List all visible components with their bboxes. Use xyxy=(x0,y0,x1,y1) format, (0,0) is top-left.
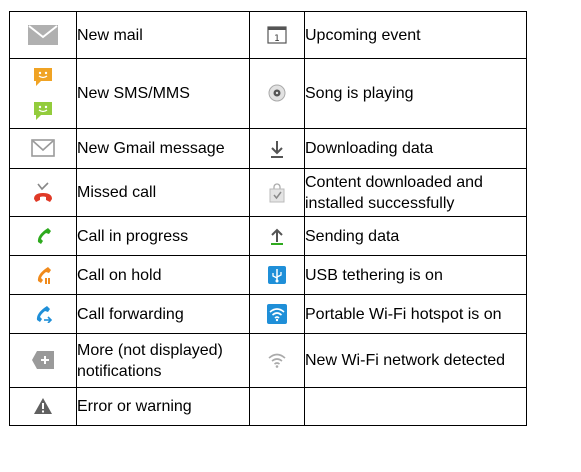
empty-cell xyxy=(304,387,527,426)
icon-cell xyxy=(9,128,77,169)
table-row: Error or warning xyxy=(9,387,527,426)
download-arrow-icon xyxy=(269,139,285,159)
svg-text:1: 1 xyxy=(274,34,280,44)
table-row: Call in progress Sending data xyxy=(9,216,527,256)
icon-description: New SMS/MMS xyxy=(76,58,250,129)
icon-cell xyxy=(9,294,77,334)
icon-description: Song is playing xyxy=(304,58,527,129)
description-line: notifications xyxy=(77,362,162,380)
icon-cell xyxy=(9,216,77,256)
sms-mms-icon xyxy=(33,67,53,121)
icon-description: Call on hold xyxy=(76,255,250,295)
icon-description: Call forwarding xyxy=(76,294,250,334)
description-line: More (not displayed) xyxy=(77,341,223,359)
icon-description: New mail xyxy=(76,11,250,59)
installed-bag-icon xyxy=(268,182,286,203)
icon-cell xyxy=(9,11,77,59)
envelope-icon xyxy=(28,25,58,45)
icon-description: New Gmail message xyxy=(76,128,250,169)
table-row: New SMS/MMS Song is playing xyxy=(9,58,527,129)
table-row: More (not displayed) notifications New Wi… xyxy=(9,333,527,388)
icon-description: Upcoming event xyxy=(304,11,527,59)
icon-description: New Wi-Fi network detected xyxy=(304,333,527,388)
icon-cell xyxy=(249,128,305,169)
missed-call-icon xyxy=(32,181,54,204)
table-row: New mail 1 Upcoming event xyxy=(9,11,527,59)
gmail-icon xyxy=(31,139,55,158)
music-disc-icon xyxy=(268,84,286,102)
icon-description: USB tethering is on xyxy=(304,255,527,295)
icon-description: Sending data xyxy=(304,216,527,256)
status-icons-table: New mail 1 Upcoming event New SMS/MMS So… xyxy=(9,11,527,426)
icon-description: Error or warning xyxy=(76,387,250,426)
icon-cell xyxy=(249,294,305,334)
table-row: New Gmail message Downloading data xyxy=(9,128,527,169)
icon-cell xyxy=(249,255,305,295)
icon-cell: 1 xyxy=(249,11,305,59)
call-in-progress-icon xyxy=(34,227,52,245)
wifi-network-icon xyxy=(267,351,287,369)
wifi-hotspot-icon xyxy=(267,304,287,324)
icon-cell xyxy=(9,255,77,295)
warning-icon xyxy=(33,397,53,415)
call-on-hold-icon xyxy=(34,266,52,284)
icon-description: More (not displayed) notifications xyxy=(76,333,250,388)
more-notifications-icon xyxy=(32,351,54,370)
icon-cell xyxy=(249,333,305,388)
table-row: Missed call Content downloaded and instal… xyxy=(9,168,527,217)
icon-cell xyxy=(249,216,305,256)
icon-cell xyxy=(9,58,77,129)
calendar-icon: 1 xyxy=(267,26,287,44)
call-forwarding-icon xyxy=(33,305,53,324)
usb-icon xyxy=(268,265,286,284)
icon-description: Missed call xyxy=(76,168,250,217)
icon-description: Call in progress xyxy=(76,216,250,256)
icon-description: Portable Wi-Fi hotspot is on xyxy=(304,294,527,334)
upload-arrow-icon xyxy=(269,226,285,246)
icon-description: Content downloaded and installed successf… xyxy=(304,168,527,217)
empty-cell xyxy=(249,387,305,426)
icon-cell xyxy=(249,58,305,129)
description-line: Content downloaded and xyxy=(305,173,483,191)
icon-cell xyxy=(9,168,77,217)
icon-cell xyxy=(9,387,77,426)
description-line: installed successfully xyxy=(305,194,455,212)
icon-cell xyxy=(249,168,305,217)
icon-description: Downloading data xyxy=(304,128,527,169)
table-row: Call forwarding Portable Wi-Fi hotspot i… xyxy=(9,294,527,334)
icon-cell xyxy=(9,333,77,388)
table-row: Call on hold USB tethering is on xyxy=(9,255,527,295)
